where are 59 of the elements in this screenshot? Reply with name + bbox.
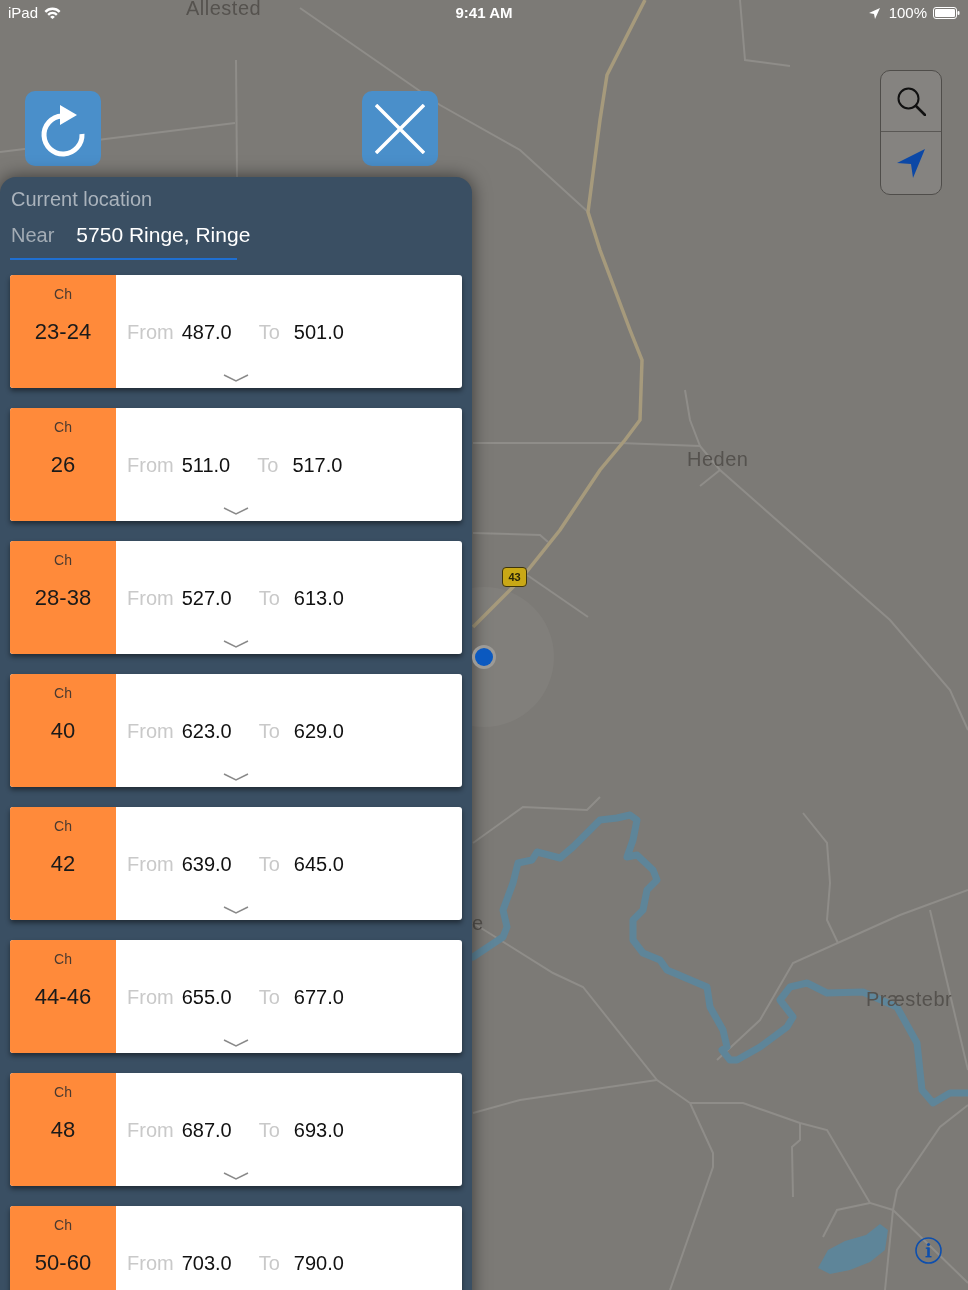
channel-number: 28-38 (34, 584, 92, 612)
from-value: 511.0 (181, 453, 231, 478)
battery-percentage: 100% (888, 4, 927, 22)
from-value: 639.0 (181, 852, 232, 877)
channel-label: Ch (54, 817, 72, 835)
clock-time: 9:41 AM (455, 4, 513, 22)
near-label: Near (11, 223, 55, 248)
battery-icon (933, 7, 960, 19)
from-value: 487.0 (181, 320, 232, 345)
location-arrow-icon (868, 7, 880, 19)
channel-label: Ch (54, 684, 72, 702)
channel-label: Ch (54, 551, 72, 569)
channel-number: 23-24 (34, 318, 92, 346)
to-value: 677.0 (293, 985, 344, 1010)
section-title: Current location (10, 187, 154, 211)
to-value: 517.0 (292, 453, 343, 478)
to-value: 613.0 (293, 586, 344, 611)
map-label: Præstebr (866, 987, 953, 1011)
channel-number: 26 (50, 451, 76, 479)
device-name: iPad (8, 4, 39, 22)
to-value: 693.0 (293, 1118, 344, 1143)
channel-label: Ch (54, 418, 72, 436)
refresh-button[interactable] (25, 91, 101, 166)
navigation-arrow-icon (897, 148, 925, 178)
chevron-down-icon (223, 906, 249, 914)
channel-number: 44-46 (34, 983, 92, 1011)
lake (818, 1224, 888, 1274)
chevron-down-icon (223, 507, 249, 515)
chevron-down-icon (223, 1039, 249, 1047)
map-label: Heden (687, 447, 749, 471)
chevron-down-icon (223, 640, 249, 648)
channel-label: Ch (54, 285, 72, 303)
channel-label: Ch (54, 1216, 72, 1234)
from-value: 687.0 (181, 1118, 232, 1143)
close-icon (375, 103, 425, 154)
channel-number: 42 (50, 850, 76, 878)
channel-number: 50-60 (34, 1249, 92, 1277)
location-dot-icon (472, 645, 496, 669)
to-value: 790.0 (293, 1251, 344, 1276)
close-button[interactable] (362, 91, 438, 166)
to-value: 629.0 (293, 719, 344, 744)
channel-number: 40 (50, 717, 76, 745)
from-value: 655.0 (181, 985, 232, 1010)
info-icon[interactable] (915, 1237, 942, 1264)
chevron-down-icon (223, 1172, 249, 1180)
wifi-icon (44, 7, 62, 19)
address-text: 5750 Ringe, Ringe (76, 222, 251, 248)
from-value: 527.0 (181, 586, 232, 611)
channel-label: Ch (54, 950, 72, 968)
route-shield: 43 (502, 567, 527, 587)
to-value: 645.0 (293, 852, 344, 877)
search-icon (896, 86, 926, 116)
chevron-down-icon (223, 773, 249, 781)
from-value: 623.0 (181, 719, 232, 744)
channel-label: Ch (54, 1083, 72, 1101)
chevron-down-icon (223, 374, 249, 382)
channel-number: 48 (50, 1116, 76, 1144)
from-value: 703.0 (181, 1251, 232, 1276)
to-value: 501.0 (293, 320, 344, 345)
